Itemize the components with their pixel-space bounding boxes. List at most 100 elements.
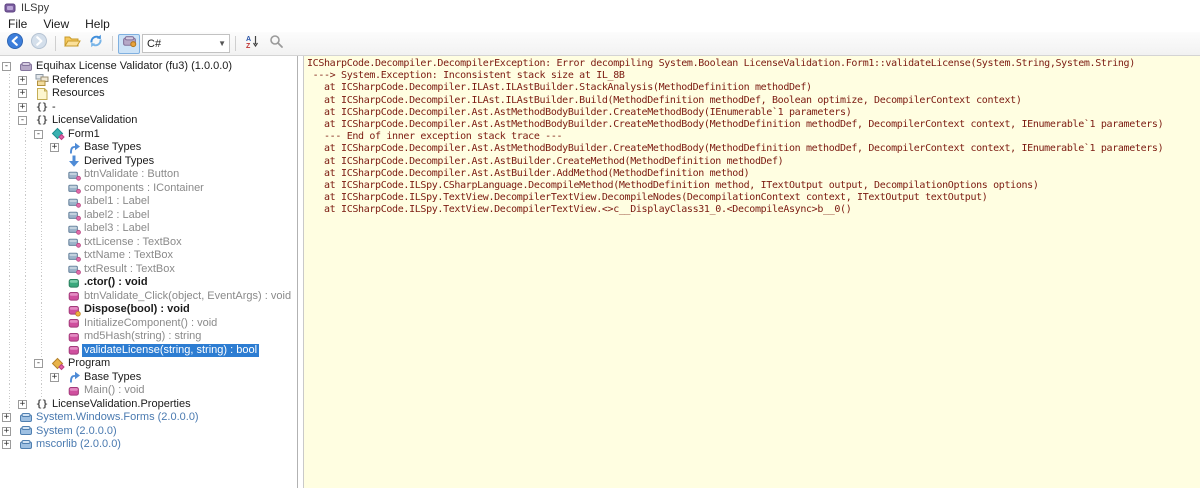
menu-view[interactable]: View	[35, 16, 77, 32]
stack-trace-line: at ICSharpCode.Decompiler.Ast.AstMethodB…	[307, 119, 1200, 131]
collapse-icon[interactable]: -	[34, 359, 43, 368]
tree-indent-guide	[34, 182, 50, 196]
assembly-blue-icon	[18, 424, 34, 438]
field-icon	[66, 222, 82, 236]
expand-icon[interactable]: +	[18, 89, 27, 98]
collapse-icon[interactable]: -	[18, 116, 27, 125]
sort-alphabetically-button[interactable]: AZ	[241, 34, 263, 54]
tree-indent-guide	[18, 303, 34, 317]
tree-item[interactable]: InitializeComponent() : void	[0, 317, 297, 331]
tree-indent-guide	[18, 222, 34, 236]
tree-item[interactable]: Dispose(bool) : void	[0, 303, 297, 317]
tree-item[interactable]: -{}LicenseValidation	[0, 114, 297, 128]
tree-item[interactable]: txtResult : TextBox	[0, 263, 297, 277]
expand-icon[interactable]: +	[50, 373, 59, 382]
tree-item-label: label1 : Label	[82, 195, 151, 209]
namespace-icon: {}	[34, 101, 50, 115]
tree-item-label: -	[50, 101, 58, 115]
expand-icon[interactable]: +	[2, 427, 11, 436]
language-select[interactable]: C# ▼	[142, 34, 230, 53]
tree-item[interactable]: btnValidate_Click(object, EventArgs) : v…	[0, 290, 297, 304]
tree-item[interactable]: label2 : Label	[0, 209, 297, 223]
tree-item-label: label3 : Label	[82, 222, 151, 236]
tree-item[interactable]: + {}-	[0, 101, 297, 115]
tree-item[interactable]: -Form1	[0, 128, 297, 142]
tree-indent-guide	[34, 155, 50, 169]
tree-item[interactable]: -Equihax License Validator (fu3) (1.0.0.…	[0, 60, 297, 74]
tree-item[interactable]: label1 : Label	[0, 195, 297, 209]
collapse-icon[interactable]: -	[2, 62, 11, 71]
method-icon	[66, 343, 82, 357]
tree-indent-guide	[34, 317, 50, 331]
expand-icon[interactable]: +	[2, 440, 11, 449]
tree-indent-guide	[2, 276, 18, 290]
tree-item-label: validateLicense(string, string) : bool	[82, 344, 259, 358]
show-internal-members-button[interactable]	[118, 34, 140, 54]
tree-item[interactable]: +System.Windows.Forms (2.0.0.0)	[0, 411, 297, 425]
tree-indent-guide	[2, 155, 18, 169]
tree-item[interactable]: +mscorlib (2.0.0.0)	[0, 438, 297, 452]
tree-item[interactable]: btnValidate : Button	[0, 168, 297, 182]
tree-item[interactable]: validateLicense(string, string) : bool	[0, 344, 297, 358]
tree-item[interactable]: - Program	[0, 357, 297, 371]
tree-expander-cell: +	[18, 103, 34, 112]
field-icon	[66, 262, 82, 276]
tree-item-label: label2 : Label	[82, 209, 151, 223]
stack-trace-line: at ICSharpCode.Decompiler.ILAst.ILAstBui…	[307, 95, 1200, 107]
tree-indent-guide	[18, 357, 34, 371]
menu-help[interactable]: Help	[77, 16, 118, 32]
tree-item-label: Program	[66, 357, 112, 371]
expand-icon[interactable]: +	[18, 103, 27, 112]
tree-item[interactable]: txtName : TextBox	[0, 249, 297, 263]
tree-indent-guide	[18, 344, 34, 358]
tree-item[interactable]: Derived Types	[0, 155, 297, 169]
tree-item[interactable]: components : IContainer	[0, 182, 297, 196]
field-icon	[66, 181, 82, 195]
tree-indent-guide	[34, 222, 50, 236]
tree-indent-guide	[34, 371, 50, 385]
tree-item[interactable]: +System (2.0.0.0)	[0, 425, 297, 439]
tree-item[interactable]: .ctor() : void	[0, 276, 297, 290]
tree-item[interactable]: + References	[0, 74, 297, 88]
tree-item[interactable]: + Base Types	[0, 371, 297, 385]
field-icon	[66, 195, 82, 209]
back-button[interactable]	[4, 34, 26, 54]
expand-icon[interactable]: +	[2, 413, 11, 422]
namespace-icon: {}	[34, 398, 50, 412]
tree-item[interactable]: label3 : Label	[0, 222, 297, 236]
search-button[interactable]	[265, 34, 287, 54]
refresh-button[interactable]	[85, 34, 107, 54]
tree-item-label: References	[50, 74, 110, 88]
menu-bar: File View Help	[0, 16, 1200, 32]
refresh-icon	[88, 33, 104, 54]
expand-icon[interactable]: +	[18, 400, 27, 409]
decompiler-output[interactable]: ICSharpCode.Decompiler.DecompilerExcepti…	[304, 56, 1200, 488]
expand-icon[interactable]: +	[18, 76, 27, 85]
tree-indent-guide	[2, 317, 18, 331]
toolbar-separator	[112, 36, 113, 51]
open-assembly-button[interactable]	[61, 34, 83, 54]
stack-trace-line: at ICSharpCode.Decompiler.Ast.AstMethodB…	[307, 143, 1200, 155]
tree-indent-guide	[18, 263, 34, 277]
tree-item[interactable]: Main() : void	[0, 384, 297, 398]
forward-button[interactable]	[28, 34, 50, 54]
menu-file[interactable]: File	[0, 16, 35, 32]
tree-item[interactable]: md5Hash(string) : string	[0, 330, 297, 344]
svg-text:Z: Z	[246, 43, 251, 49]
tree-expander-cell: +	[50, 143, 66, 152]
collapse-icon[interactable]: -	[34, 130, 43, 139]
tree-indent-guide	[2, 209, 18, 223]
tree-indent-guide	[18, 195, 34, 209]
stack-trace-line: at ICSharpCode.ILSpy.TextView.Decompiler…	[307, 204, 1200, 216]
tree-indent-guide	[2, 195, 18, 209]
ilspy-window: ILSpy File View Help C# ▼ AZ	[0, 0, 1200, 488]
tree-indent-guide	[18, 168, 34, 182]
tree-item[interactable]: +{}LicenseValidation.Properties	[0, 398, 297, 412]
tree-expander-cell: +	[50, 373, 66, 382]
tree-item[interactable]: +Base Types	[0, 141, 297, 155]
expand-icon[interactable]: +	[50, 143, 59, 152]
tree-item[interactable]: txtLicense : TextBox	[0, 236, 297, 250]
tree-item[interactable]: +Resources	[0, 87, 297, 101]
tree-item-label: Base Types	[82, 371, 143, 385]
tree-indent-guide	[34, 290, 50, 304]
